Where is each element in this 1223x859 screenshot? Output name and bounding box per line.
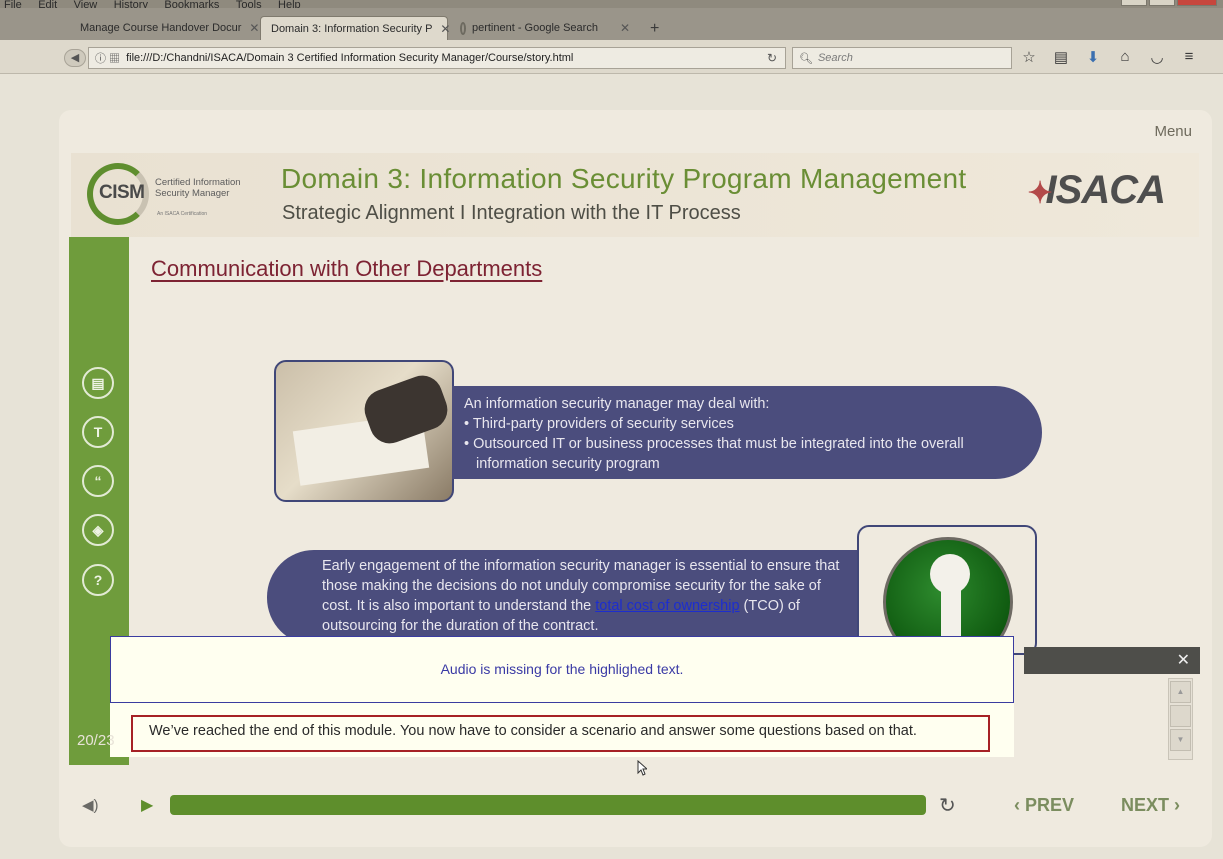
tab-course-handover[interactable]: Manage Course Handover Docur ✕ (70, 16, 259, 40)
notes-icon[interactable]: ▤ (82, 367, 114, 399)
tab-label: Manage Course Handover Docur (80, 22, 242, 34)
audio-missing-notice: Audio is missing for the highlighed text… (110, 636, 1014, 703)
close-window-button[interactable] (1177, 0, 1217, 6)
google-icon (460, 21, 466, 35)
back-arrow-icon[interactable]: ◀ (64, 49, 86, 67)
course-subtitle: Strategic Alignment I Integration with t… (282, 202, 741, 224)
course-player: Menu CISM Certified Information Security… (59, 110, 1212, 847)
seek-bar[interactable] (170, 795, 926, 815)
search-icon: 🔍︎ (799, 52, 813, 65)
prev-label: PREV (1025, 795, 1075, 815)
cism-logo-abbr: CISM (99, 182, 145, 203)
download-icon[interactable]: ⬇ (1084, 48, 1102, 66)
menu-history[interactable]: History (114, 0, 148, 8)
close-tab-icon[interactable]: ✕ (249, 21, 259, 35)
close-tab-icon[interactable]: ✕ (620, 21, 630, 35)
menu-help[interactable]: Help (278, 0, 301, 8)
help-icon[interactable]: ? (82, 564, 114, 596)
cism-logo-name: Certified Information Security Manager (155, 177, 241, 199)
cism-logo-line1: Certified Information (155, 177, 241, 188)
info-bubble-engagement: Early engagement of the information secu… (267, 550, 867, 645)
bookmark-star-icon[interactable]: ☆ (1020, 48, 1038, 66)
info-icon[interactable]: ⓘ ▦ (95, 50, 120, 66)
tab-label: pertinent - Google Search (471, 22, 598, 34)
browser-menubar: File Edit View History Bookmarks Tools H… (0, 0, 1223, 8)
pocket-icon[interactable]: ◡ (1148, 48, 1166, 66)
next-button[interactable]: NEXT › (1121, 795, 1180, 816)
volume-icon[interactable]: ◀) (82, 796, 99, 814)
cism-logo-line2: Security Manager (155, 188, 230, 199)
course-menu-link[interactable]: Menu (1154, 123, 1192, 140)
cism-logo-tagline: An ISACA Certification (157, 211, 208, 217)
end-of-module-panel: We’ve reached the end of this module. Yo… (110, 703, 1014, 757)
menu-view[interactable]: View (74, 0, 98, 8)
bubble-list-item: • Third-party providers of security serv… (464, 416, 734, 432)
resources-layers-icon[interactable]: ◈ (82, 514, 114, 546)
section-heading: Communication with Other Departments (151, 256, 543, 281)
reading-list-icon[interactable]: ▤ (1052, 48, 1070, 66)
minimize-button[interactable] (1121, 0, 1147, 6)
tab-google-search[interactable]: pertinent - Google Search ✕ (450, 16, 640, 40)
url-text: file:///D:/Chandni/ISACA/Domain 3 Certif… (126, 52, 574, 64)
url-bar[interactable]: ⓘ ▦ file:///D:/Chandni/ISACA/Domain 3 Ce… (88, 47, 786, 69)
search-placeholder: Search (817, 52, 853, 64)
tab-strip: Manage Course Handover Docur ✕ Domain 3:… (0, 8, 1223, 40)
tab-domain3[interactable]: Domain 3: Information Security P ✕ (260, 16, 450, 40)
info-bubble-dealings: An information security manager may deal… (452, 386, 1042, 479)
bubble-intro: An information security manager may deal… (464, 396, 770, 412)
seek-bar-fill (170, 795, 926, 815)
reload-icon[interactable]: ↻ (767, 51, 777, 65)
caption-scrollbar[interactable]: ▲ ▼ (1168, 678, 1193, 760)
end-of-module-text: We’ve reached the end of this module. Yo… (131, 715, 990, 752)
signing-document-image (274, 360, 454, 502)
close-tab-icon[interactable]: ✕ (440, 22, 450, 36)
tab-label: Domain 3: Information Security P (271, 22, 433, 35)
key-shaft (941, 558, 961, 648)
replay-icon[interactable]: ↻ (939, 793, 956, 818)
maximize-button[interactable] (1149, 0, 1175, 6)
toolbar-icons: ☆ ▤ ⬇ ⌂ ◡ ≡ (1020, 48, 1198, 66)
course-title: Domain 3: Information Security Program M… (281, 163, 967, 194)
slide-counter: 20/23 (77, 732, 115, 749)
play-icon[interactable]: ▶ (141, 795, 153, 815)
prev-button[interactable]: ‹ PREV (1014, 795, 1074, 816)
bubble-list-item: • Outsourced IT or business processes th… (464, 436, 964, 472)
isaca-logo: ✦ ISACA (1028, 168, 1166, 213)
quote-icon[interactable]: “ (82, 465, 114, 497)
tco-link[interactable]: total cost of ownership (595, 598, 739, 614)
close-caption-icon[interactable]: ✕ (1177, 650, 1190, 670)
isaca-logo-text: ISACA (1045, 168, 1166, 212)
isaca-logo-mark: ✦ (1027, 177, 1053, 210)
playback-controls: ◀) ▶ ↻ ‹ PREV NEXT › (59, 790, 1212, 820)
menu-tools[interactable]: Tools (236, 0, 262, 8)
next-label: NEXT (1121, 795, 1170, 815)
bubble-item-text: Outsourced IT or business processes that… (473, 436, 964, 472)
menu-file[interactable]: File (4, 0, 22, 8)
window-controls (1121, 0, 1217, 6)
menu-edit[interactable]: Edit (38, 0, 57, 8)
cism-logo: CISM Certified Information Security Mana… (87, 163, 247, 227)
hamburger-menu-icon[interactable]: ≡ (1180, 48, 1198, 66)
home-icon[interactable]: ⌂ (1116, 48, 1134, 66)
search-input[interactable]: 🔍︎ Search (792, 47, 1012, 69)
mouse-cursor-icon (637, 760, 647, 776)
new-tab-button[interactable]: + (650, 20, 659, 38)
caption-panel-header: ✕ (1024, 647, 1200, 674)
bubble-item-text: Third-party providers of security servic… (472, 416, 734, 432)
navigation-bar: ◀ ⓘ ▦ file:///D:/Chandni/ISACA/Domain 3 … (0, 40, 1223, 74)
menu-bookmarks[interactable]: Bookmarks (164, 0, 219, 8)
scroll-up-icon[interactable]: ▲ (1170, 681, 1191, 703)
scroll-down-icon[interactable]: ▼ (1170, 729, 1191, 751)
course-banner: CISM Certified Information Security Mana… (71, 153, 1199, 237)
transcript-icon[interactable]: T (82, 416, 114, 448)
scroll-thumb[interactable] (1170, 705, 1191, 727)
